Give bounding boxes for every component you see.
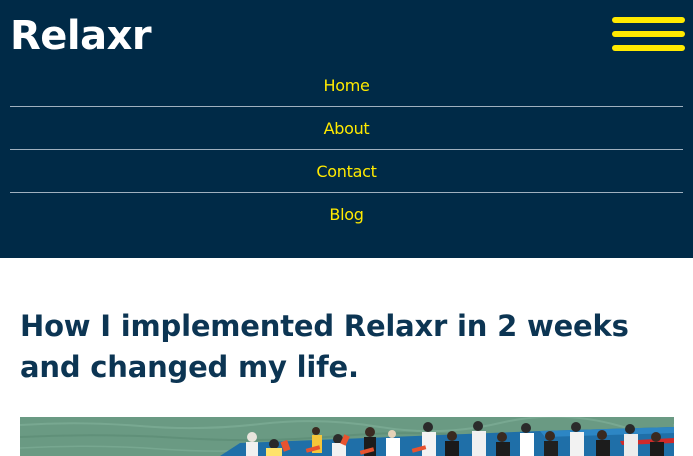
nav-item-blog: Blog bbox=[10, 193, 683, 236]
article-title: How I implemented Relaxr in 2 weeks and … bbox=[20, 309, 629, 384]
dragon-boat-race-photo bbox=[20, 417, 674, 456]
article-hero-image bbox=[20, 417, 674, 456]
nav-link-home[interactable]: Home bbox=[323, 76, 369, 95]
nav-link-blog[interactable]: Blog bbox=[329, 205, 363, 224]
nav-item-contact: Contact bbox=[10, 150, 683, 193]
main-nav: Home About Contact Blog bbox=[10, 64, 683, 236]
menu-bar-top bbox=[612, 17, 685, 23]
menu-bar-bottom bbox=[612, 45, 685, 51]
menu-bar-middle bbox=[612, 31, 685, 37]
site-header: Relaxr Home About Contact Blog bbox=[0, 0, 693, 258]
nav-item-home: Home bbox=[10, 64, 683, 107]
nav-item-about: About bbox=[10, 107, 683, 150]
nav-link-about[interactable]: About bbox=[324, 119, 370, 138]
hamburger-menu-icon[interactable] bbox=[612, 17, 685, 51]
nav-link-contact[interactable]: Contact bbox=[316, 162, 376, 181]
site-logo[interactable]: Relaxr bbox=[10, 9, 152, 63]
